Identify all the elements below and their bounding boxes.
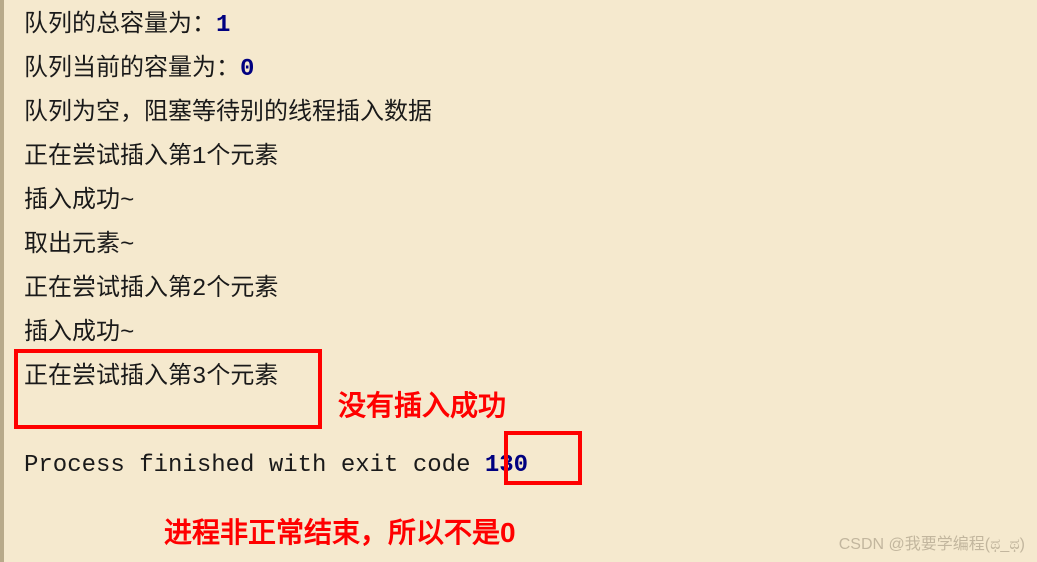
line-text: 队列当前的容量为： [24,56,240,83]
line-value: 1 [216,12,230,39]
line-text: 队列的总容量为： [24,12,216,39]
output-line: 取出元素~ [24,224,1037,268]
csdn-watermark: CSDN @我要学编程(ಥ_ಥ) [839,530,1025,554]
process-prefix: Process finished with exit code [24,452,485,479]
line-text: 插入成功~ [24,188,134,215]
exit-code: 130 [485,452,528,479]
line-text: 队列为空，阻塞等待别的线程插入数据 [24,100,432,127]
output-line: 正在尝试插入第2个元素 [24,268,1037,312]
output-line: 正在尝试插入第1个元素 [24,136,1037,180]
annotation-not-inserted: 没有插入成功 [338,384,506,424]
output-line: 队列为空，阻塞等待别的线程插入数据 [24,92,1037,136]
line-text: 插入成功~ [24,320,134,347]
process-exit-line: Process finished with exit code 130 [24,444,1037,488]
line-text: 取出元素~ [24,232,134,259]
line-value: 0 [240,56,254,83]
output-line: 插入成功~ [24,312,1037,356]
output-line: 队列的总容量为：1 [24,4,1037,48]
line-text: 正在尝试插入第1个元素 [24,144,278,171]
annotation-abnormal-exit: 进程非正常结束，所以不是0 [164,511,516,551]
line-text: 正在尝试插入第2个元素 [24,276,278,303]
blank-line [24,400,1037,444]
output-line: 插入成功~ [24,180,1037,224]
console-output: 队列的总容量为：1 队列当前的容量为：0 队列为空，阻塞等待别的线程插入数据 正… [4,4,1037,488]
line-text: 正在尝试插入第3个元素 [24,364,278,391]
output-line: 正在尝试插入第3个元素 [24,356,1037,400]
output-line: 队列当前的容量为：0 [24,48,1037,92]
